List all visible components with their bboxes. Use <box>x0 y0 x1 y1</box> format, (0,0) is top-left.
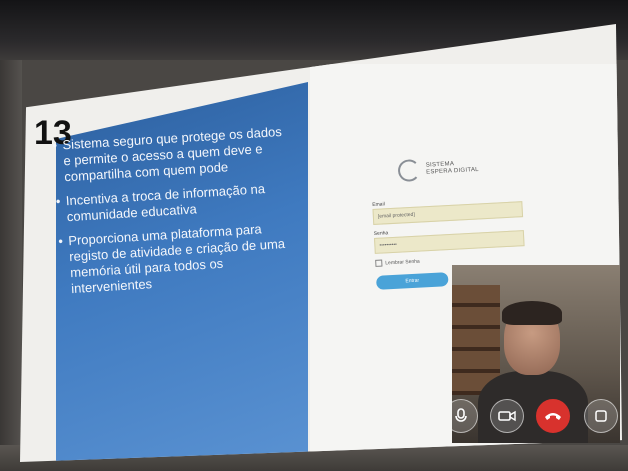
microphone-icon[interactable] <box>452 399 478 433</box>
slide-bullet-list: • Sistema seguro que protege os dados e … <box>52 123 302 305</box>
brand-logo: SISTEMA ESPERA DIGITAL <box>397 156 480 183</box>
bullet-item: • Proporciona uma plataforma para regist… <box>58 219 301 298</box>
logo-icon <box>397 158 421 183</box>
hang-up-icon[interactable] <box>536 399 570 433</box>
video-call-window <box>452 265 620 443</box>
enter-button[interactable]: Entrar <box>375 272 449 290</box>
bullet-text: Incentiva a troca de informação na comun… <box>65 181 266 225</box>
remember-checkbox[interactable] <box>375 259 383 267</box>
participant-hair <box>502 301 562 325</box>
bullet-text: Proporciona uma plataforma para registo … <box>67 221 286 297</box>
call-controls <box>452 399 620 435</box>
bullet-item: • Incentiva a troca de informação na com… <box>55 179 297 226</box>
room-background-left <box>0 60 22 471</box>
brand-line-2: ESPERA DIGITAL <box>426 166 480 176</box>
remember-label: Lembrar Senha <box>385 258 420 266</box>
more-icon[interactable] <box>584 399 618 433</box>
camera-icon[interactable] <box>490 399 524 433</box>
